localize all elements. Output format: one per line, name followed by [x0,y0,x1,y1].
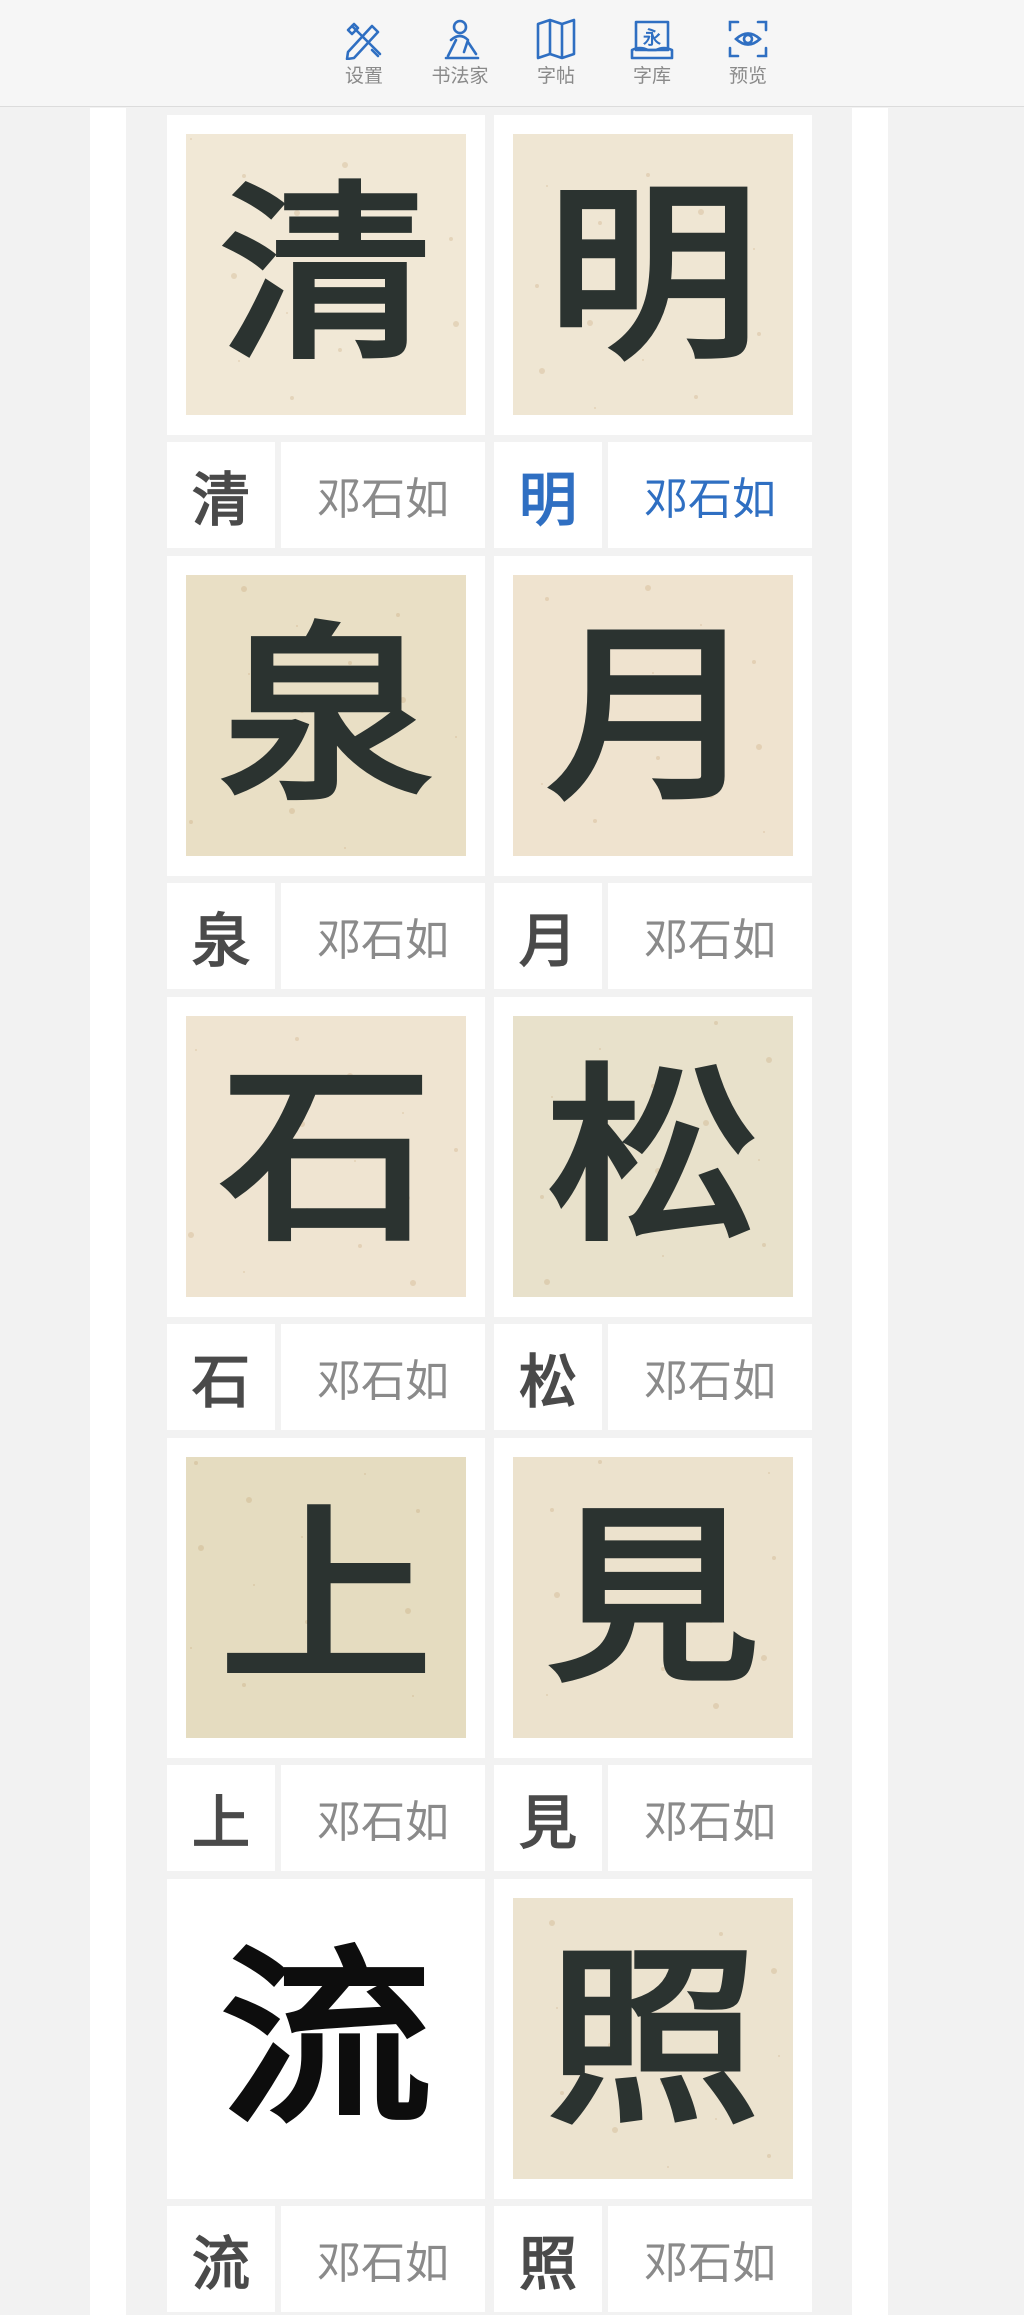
calligraphy-image-card[interactable]: 松 [494,997,812,1317]
calligraphy-image: 松 [513,1016,793,1297]
calligrapher-name[interactable]: 邓石如 [281,1324,485,1430]
calligraphy-glyph: 上 [219,1485,433,1709]
character-label[interactable]: 松 [494,1324,602,1430]
calligraphy-image-card[interactable]: 照 [494,1879,812,2199]
calligraphy-image: 見 [513,1457,793,1738]
character-label[interactable]: 流 [167,2206,275,2312]
toolbar-library[interactable]: 永 字库 [604,18,700,102]
calligraphy-image: 照 [513,1898,793,2179]
calligraphy-image: 明 [513,134,793,415]
calligrapher-name[interactable]: 邓石如 [608,883,812,989]
calligraphy-glyph: 松 [546,1044,760,1268]
calligrapher-name[interactable]: 邓石如 [608,2206,812,2312]
calligraphy-glyph: 照 [546,1926,760,2150]
character-label[interactable]: 月 [494,883,602,989]
calligraphy-image: 上 [186,1457,466,1738]
calligraphy-image-card[interactable]: 見 [494,1438,812,1758]
book-map-icon [536,18,576,60]
calligraphy-image: 石 [186,1016,466,1297]
character-label[interactable]: 泉 [167,883,275,989]
calligraphy-image-card[interactable]: 石 [167,997,485,1317]
calligraphy-glyph: 見 [546,1485,760,1709]
toolbar-preview[interactable]: 预览 [700,18,796,102]
toolbar-label: 书法家 [431,65,489,87]
calligraphy-image-card[interactable]: 泉 [167,556,485,876]
calligraphy-glyph: 石 [219,1044,433,1268]
calligraphy-image: 清 [186,134,466,415]
calligraphy-glyph: 月 [546,603,760,827]
character-library-icon: 永 [630,20,674,60]
calligrapher-name[interactable]: 邓石如 [608,1765,812,1871]
library-icon-glyph: 永 [642,27,661,49]
toolbar-label: 字帖 [536,65,575,87]
toolbar-calligrapher[interactable]: 书法家 [412,18,508,102]
calligraphy-image: 泉 [186,575,466,856]
character-label[interactable]: 見 [494,1765,602,1871]
calligrapher-name[interactable]: 邓石如 [281,1765,485,1871]
calligrapher-name[interactable]: 邓石如 [281,2206,485,2312]
calligraphy-image-card[interactable]: 上 [167,1438,485,1758]
calligrapher-name[interactable]: 邓石如 [281,442,485,548]
calligraphy-image: 流 [186,1898,466,2179]
toolbar-label: 预览 [728,65,767,87]
character-label[interactable]: 照 [494,2206,602,2312]
brush-ruler-icon [345,22,382,60]
character-label[interactable]: 石 [167,1324,275,1430]
calligraphy-glyph: 泉 [219,603,433,827]
toolbar-label: 字库 [632,65,671,87]
toolbar-label: 设置 [344,65,383,87]
calligraphy-image-card[interactable]: 明 [494,115,812,435]
calligraphy-image-card[interactable]: 清 [167,115,485,435]
calligraphy-image-card[interactable]: 月 [494,556,812,876]
calligrapher-icon [444,19,480,60]
calligrapher-name[interactable]: 邓石如 [281,883,485,989]
calligraphy-glyph: 清 [219,162,433,386]
calligrapher-name[interactable]: 邓石如 [608,1324,812,1430]
calligrapher-name[interactable]: 邓石如 [608,442,812,548]
calligraphy-glyph: 明 [546,162,760,386]
toolbar-copybook[interactable]: 字帖 [508,18,604,102]
calligraphy-image: 月 [513,575,793,856]
top-toolbar: 设置 书法家 字帖 永 字库 预览 [0,0,1024,107]
character-label[interactable]: 明 [494,442,602,548]
character-label[interactable]: 上 [167,1765,275,1871]
toolbar-settings[interactable]: 设置 [316,18,412,102]
eye-preview-icon [728,20,768,58]
character-label[interactable]: 清 [167,442,275,548]
calligraphy-image-card[interactable]: 流 [167,1879,485,2199]
calligraphy-glyph: 流 [219,1926,433,2150]
